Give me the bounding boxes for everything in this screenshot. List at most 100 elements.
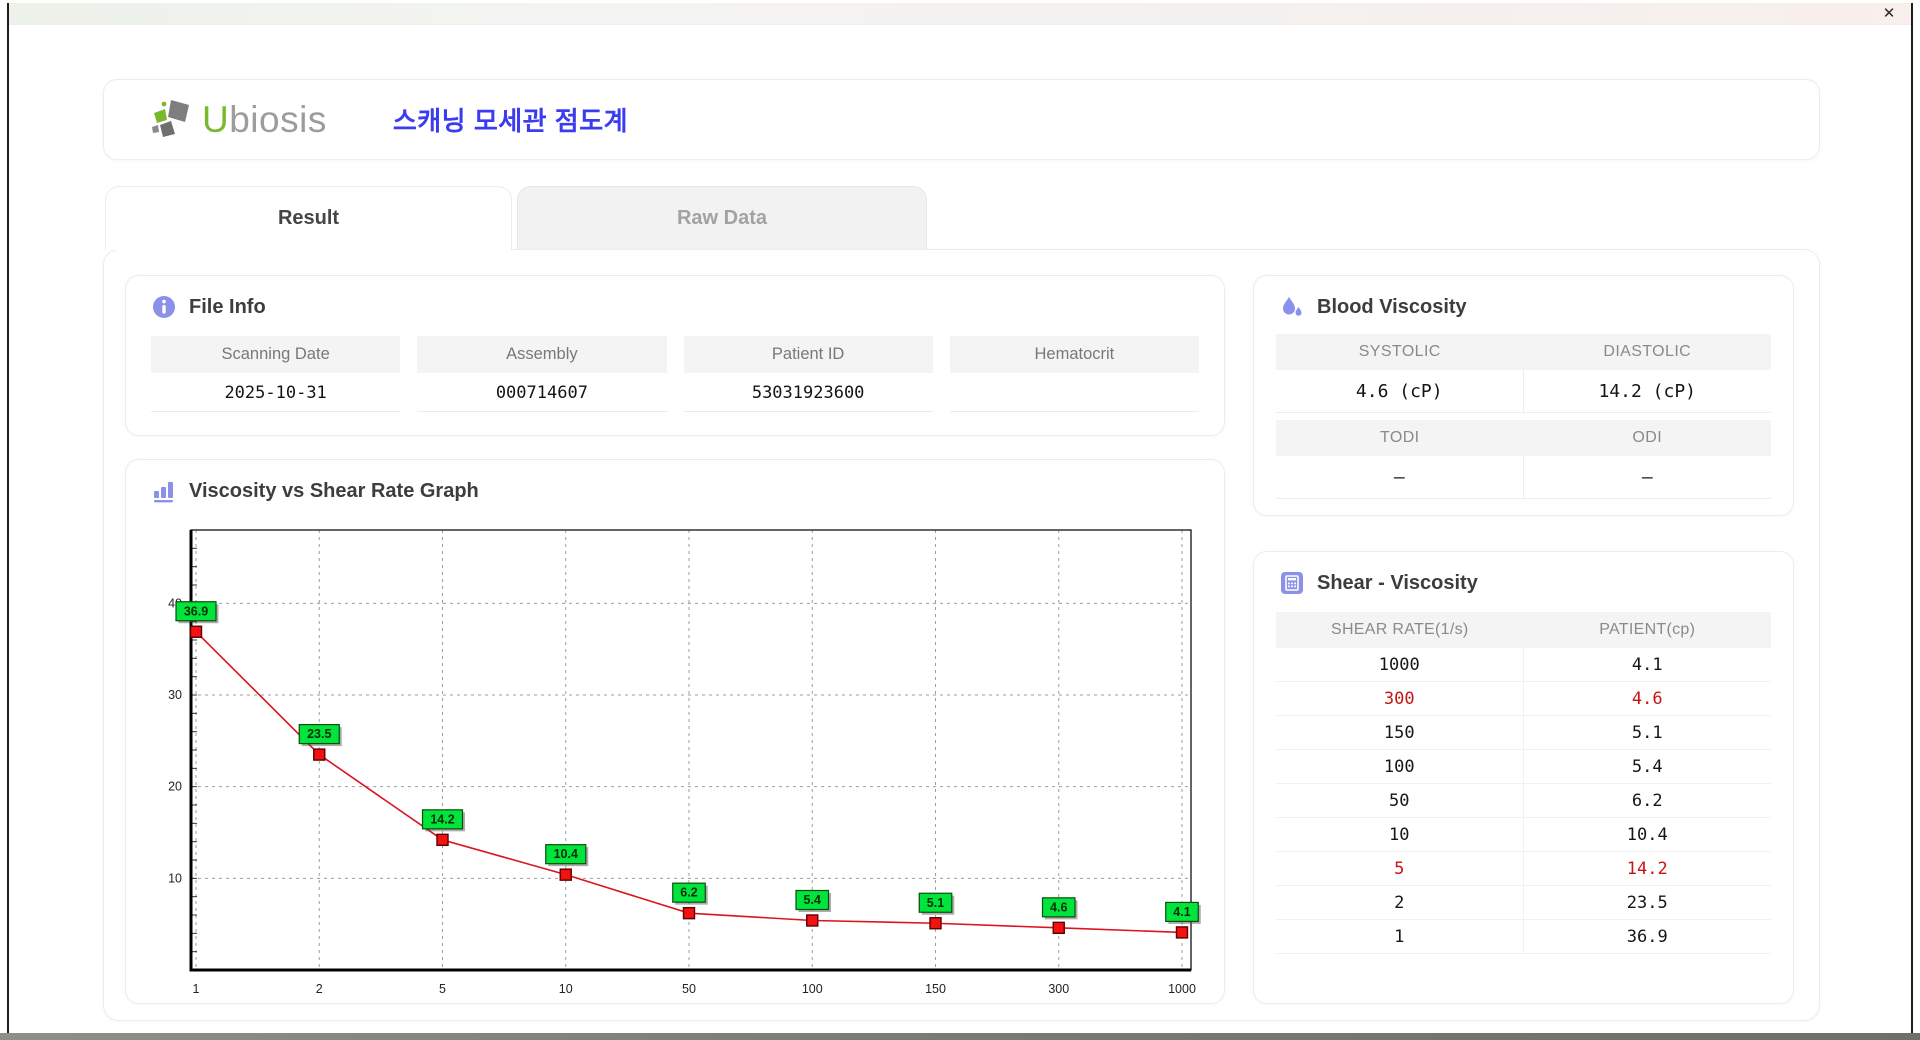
chart-area: 10 20 30 40 1 2 5 10 50 100 150 300 1000 36.9 23.5 14.2… [146, 524, 1206, 1002]
svg-text:23.5: 23.5 [307, 727, 331, 741]
section-title: Shear - Viscosity [1317, 571, 1478, 594]
metric-value: 14.2 (cP) [1523, 370, 1771, 413]
svg-text:2: 2 [316, 982, 323, 996]
shear-rate-cell: 1000 [1276, 648, 1524, 681]
titlebar: ✕ [9, 3, 1911, 25]
tab-raw-data[interactable]: Raw Data [517, 186, 927, 249]
table-row: 50 6.2 [1276, 784, 1771, 818]
patient-cell: 23.5 [1626, 893, 1668, 913]
field-label: Hematocrit [949, 336, 1199, 373]
field-label: Patient ID [683, 336, 933, 373]
window-border-bottom [0, 1033, 1920, 1040]
field-label: Scanning Date [151, 336, 401, 373]
field-value: 000714607 [417, 373, 667, 412]
svg-text:14.2: 14.2 [430, 812, 454, 826]
metric-label: ODI [1523, 420, 1771, 456]
shear-viscosity-title-row: Shear - Viscosity [1254, 552, 1793, 595]
ubiosis-logo-icon [152, 99, 189, 137]
blood-viscosity-table: SYSTOLIC DIASTOLIC 4.6 (cP) 14.2 (cP) TODI… [1276, 334, 1771, 499]
brand-name: Ubiosis [202, 98, 327, 140]
svg-text:6.2: 6.2 [680, 886, 697, 900]
patient-cell: 6.2 [1631, 791, 1663, 811]
table-row: 1000 4.1 [1276, 648, 1771, 682]
header-card: Ubiosis 스캐닝 모세관 점도계 [103, 79, 1820, 160]
shear-rate-cell: 1 [1276, 920, 1524, 953]
bar-chart-icon [154, 482, 173, 503]
svg-text:20: 20 [168, 780, 182, 794]
shear-viscosity-table: SHEAR RATE(1/s) PATIENT(cp) 1000 4.1 300… [1276, 612, 1771, 954]
graph-title-row: Viscosity vs Shear Rate Graph [126, 460, 1224, 503]
field-value [949, 373, 1199, 412]
svg-text:300: 300 [1048, 982, 1069, 996]
metric-value: – [1523, 456, 1771, 499]
file-info-card: File Info Scanning Date 2025-10-31 Assem… [125, 275, 1225, 436]
section-title: Blood Viscosity [1317, 295, 1467, 318]
section-title: File Info [189, 295, 266, 318]
svg-text:4.1: 4.1 [1173, 905, 1190, 919]
shear-rate-cell: 5 [1276, 852, 1524, 885]
viscosity-graph-card: Viscosity vs Shear Rate Graph 10 20 30 40 1 2… [125, 459, 1225, 1004]
metric-value: – [1276, 456, 1524, 499]
metric-label: SYSTOLIC [1276, 334, 1524, 370]
close-icon[interactable]: ✕ [1879, 4, 1899, 24]
field-label: Assembly [417, 336, 667, 373]
shear-rate-cell: 2 [1276, 886, 1524, 919]
table-row: 2 23.5 [1276, 886, 1771, 920]
svg-text:150: 150 [925, 982, 946, 996]
patient-cell: 4.6 [1631, 689, 1663, 709]
shear-rate-cell: 300 [1276, 682, 1524, 715]
field-value: 2025-10-31 [151, 373, 401, 412]
shear-rate-cell: 10 [1276, 818, 1524, 851]
svg-text:5: 5 [439, 982, 446, 996]
table-row: 100 5.4 [1276, 750, 1771, 784]
svg-text:4.6: 4.6 [1050, 900, 1067, 914]
blood-viscosity-title-row: Blood Viscosity [1254, 276, 1793, 319]
file-info-field: Assembly 000714607 [417, 336, 667, 412]
metric-label: DIASTOLIC [1523, 334, 1771, 370]
field-value: 53031923600 [683, 373, 933, 412]
file-info-field: Scanning Date 2025-10-31 [151, 336, 401, 412]
col-patient: PATIENT(cp) [1599, 621, 1696, 638]
col-shear-rate: SHEAR RATE(1/s) [1330, 621, 1469, 638]
tab-result[interactable]: Result [105, 186, 512, 250]
file-info-field: Patient ID 53031923600 [683, 336, 933, 412]
metric-label: TODI [1276, 420, 1524, 456]
window-border-right [1911, 3, 1913, 1033]
patient-cell: 36.9 [1626, 927, 1668, 947]
file-info-field: Hematocrit [949, 336, 1199, 412]
table-row: 300 4.6 [1276, 682, 1771, 716]
table-row: 5 14.2 [1276, 852, 1771, 886]
shear-viscosity-card: Shear - Viscosity SHEAR RATE(1/s) PATIEN… [1253, 551, 1794, 1004]
patient-cell: 10.4 [1626, 825, 1668, 845]
blood-viscosity-group: SYSTOLIC DIASTOLIC 4.6 (cP) 14.2 (cP) [1276, 334, 1771, 413]
blood-viscosity-card: Blood Viscosity SYSTOLIC DIASTOLIC 4.6 (c… [1253, 275, 1794, 516]
svg-text:36.9: 36.9 [184, 604, 208, 618]
viscosity-chart: 102030401 2 5 10 50 100 150 300 100036.923.514.2… [168, 529, 1201, 996]
brand-logo: Ubiosis [150, 98, 327, 142]
table-row: 150 5.1 [1276, 716, 1771, 750]
table-row: 1 36.9 [1276, 920, 1771, 954]
section-title: Viscosity vs Shear Rate Graph [189, 479, 479, 502]
svg-text:10: 10 [559, 982, 573, 996]
svg-text:5.4: 5.4 [804, 893, 821, 907]
table-row: 10 10.4 [1276, 818, 1771, 852]
file-info-title-row: File Info [126, 276, 1224, 319]
patient-cell: 5.1 [1631, 723, 1663, 743]
svg-text:10.4: 10.4 [554, 847, 578, 861]
shear-rate-cell: 100 [1276, 750, 1524, 783]
svg-text:30: 30 [168, 688, 182, 702]
shear-rate-cell: 150 [1276, 716, 1524, 749]
svg-text:1000: 1000 [1168, 982, 1196, 996]
window-border-left [7, 3, 9, 1033]
metric-value: 4.6 (cP) [1276, 370, 1524, 413]
shear-rate-cell: 50 [1276, 784, 1524, 817]
patient-cell: 4.1 [1631, 655, 1663, 675]
app-title-korean: 스캐닝 모세관 점도계 [392, 106, 629, 136]
calculator-icon [1281, 572, 1303, 594]
app-window: { "window": { "close_glyph": "✕" }, "hea… [0, 0, 1920, 1040]
svg-text:50: 50 [682, 982, 696, 996]
droplet-icon [1283, 297, 1302, 316]
svg-text:5.1: 5.1 [927, 896, 944, 910]
patient-cell: 14.2 [1626, 859, 1668, 879]
svg-text:100: 100 [802, 982, 823, 996]
